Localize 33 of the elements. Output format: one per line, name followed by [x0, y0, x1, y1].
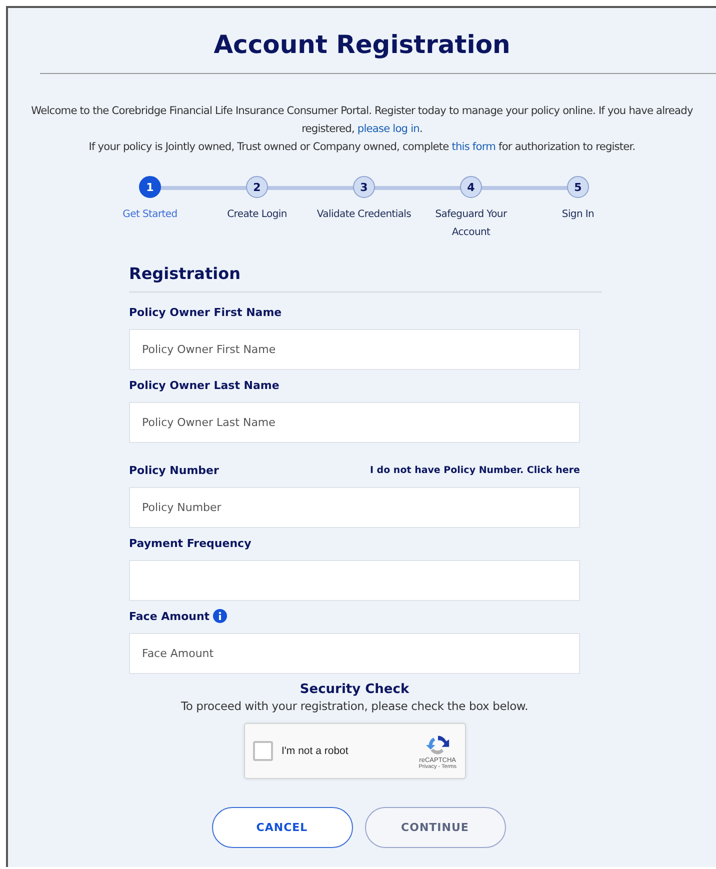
field-label: Policy Number: [129, 464, 219, 476]
field-label: Policy Owner First Name: [129, 306, 282, 318]
step-label: Safeguard Your Account: [434, 208, 508, 240]
input-field[interactable]: Policy Owner Last Name: [129, 402, 580, 443]
intro-text: Welcome to the Corebridge Financial Life Insurance Consumer Portal. Register today to manage your policy online. If you have already registered, please log in.: [30, 104, 694, 137]
info-icon[interactable]: [212, 609, 227, 623]
step-circle: 4: [460, 176, 482, 198]
step-label: Sign In: [560, 208, 596, 222]
authorization-text: If your policy is Jointly owned, Trust owned or Company owned, complete this form for authorization to register.: [88, 140, 636, 155]
field-label: Payment Frequency: [129, 536, 252, 550]
captcha-label: I'm not a robot: [282, 745, 348, 757]
input-field[interactable]: Policy Owner First Name: [129, 329, 580, 370]
captcha-checkbox[interactable]: [252, 741, 272, 761]
step-label: Get Started: [122, 208, 178, 222]
input-field[interactable]: Policy Number: [129, 487, 580, 528]
security-title: Security Check: [300, 682, 410, 697]
input-field[interactable]: [129, 560, 580, 601]
no-policy-number-link[interactable]: I do not have Policy Number. Click here: [370, 464, 580, 476]
section-title: Registration: [129, 264, 242, 283]
step-circle: 5: [567, 176, 589, 198]
input-field[interactable]: Face Amount: [129, 633, 580, 674]
page-title: Account Registration: [212, 30, 512, 59]
login-link[interactable]: please log in: [357, 123, 420, 135]
step-circle: 2: [246, 176, 268, 198]
step-circle: 3: [353, 176, 375, 198]
step-label: Validate Credentials: [316, 208, 412, 222]
field-label: Face Amount: [129, 610, 210, 622]
step-label: Create Login: [226, 208, 288, 222]
form-link[interactable]: this form: [452, 141, 496, 153]
cancel-button[interactable]: CANCEL: [212, 807, 352, 848]
security-text: To proceed with your registration, please check the box below.: [180, 699, 528, 713]
field-label: Policy Owner Last Name: [129, 378, 280, 392]
step-circle: 1: [139, 176, 161, 198]
